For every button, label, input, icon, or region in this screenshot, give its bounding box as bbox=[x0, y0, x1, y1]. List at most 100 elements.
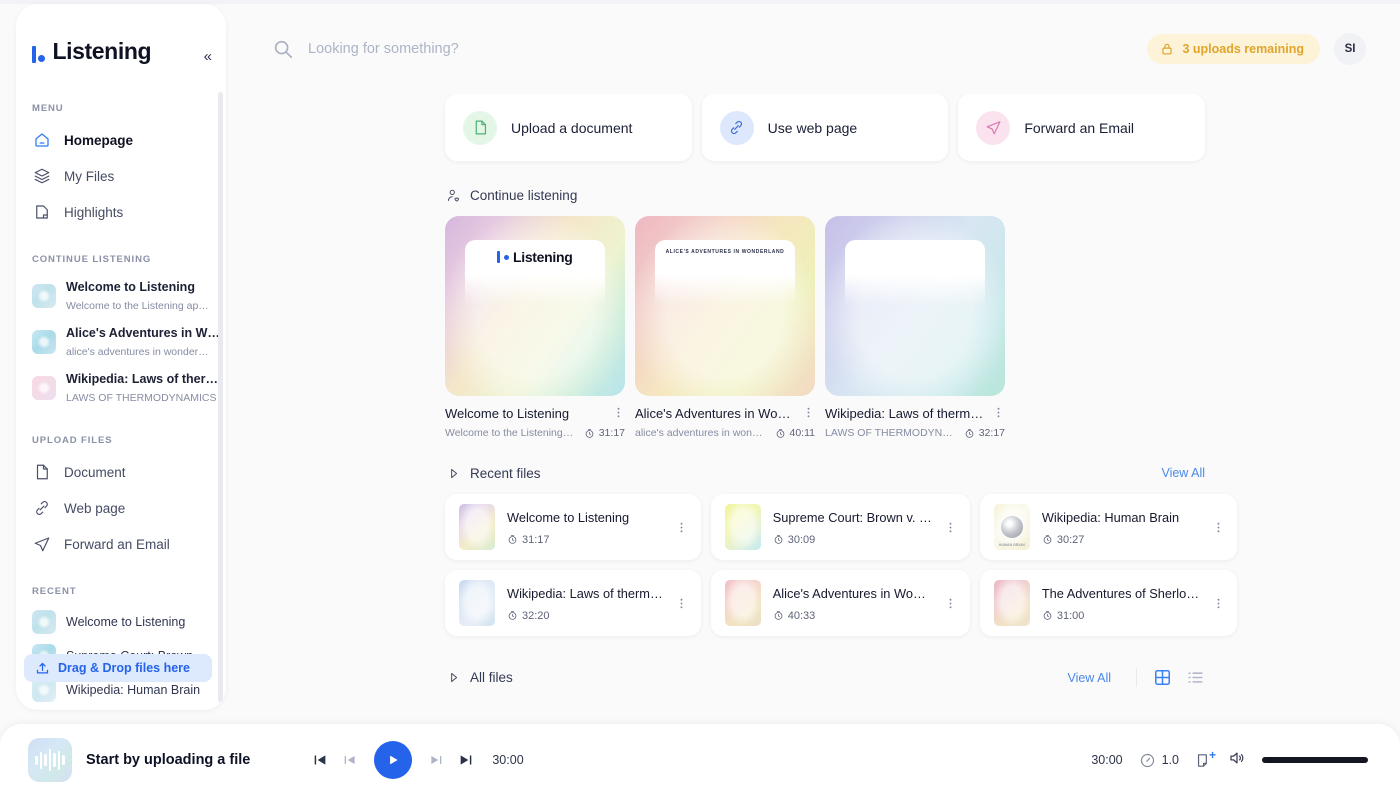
sidebar-item-my-files[interactable]: My Files bbox=[16, 158, 226, 194]
search-input[interactable] bbox=[308, 41, 728, 57]
file-title: Welcome to Listening bbox=[66, 615, 186, 629]
sidebar-item-highlights[interactable]: Highlights bbox=[16, 194, 226, 230]
list-view-icon[interactable] bbox=[1186, 668, 1205, 687]
file-subtitle: Welcome to the Listening ap… bbox=[66, 300, 209, 312]
action-label: Upload a document bbox=[511, 119, 633, 136]
card-title: Wikipedia: Laws of thermo… bbox=[825, 406, 985, 421]
card-thumbnail[interactable]: ALICE'S ADVENTURES IN WONDERLAND bbox=[635, 216, 815, 396]
uploads-remaining-badge[interactable]: 3 uploads remaining bbox=[1147, 34, 1320, 64]
wikipedia-globe-icon bbox=[1000, 516, 1023, 538]
link-icon bbox=[32, 498, 52, 518]
recent-file-card[interactable]: Wikipedia: Laws of therm… 32:20 bbox=[445, 570, 701, 636]
sidebar-section-recent-label: RECENT bbox=[32, 586, 77, 597]
action-forward-email[interactable]: Forward an Email bbox=[958, 94, 1206, 161]
card-thumbnail[interactable]: Listening bbox=[445, 216, 625, 396]
sidebar-item-upload-web-page[interactable]: Web page bbox=[16, 490, 226, 526]
card-title: Welcome to Listening bbox=[445, 406, 570, 421]
playback-speed-button[interactable]: 1.0 bbox=[1139, 752, 1179, 769]
file-title: Wikipedia: Human Brain bbox=[1041, 509, 1180, 525]
sidebar-section-upload-label: UPLOAD FILES bbox=[32, 435, 113, 446]
cover-text: Listening bbox=[512, 249, 573, 265]
sidebar-section-menu-label: MENU bbox=[32, 103, 64, 114]
card-menu-button[interactable] bbox=[801, 406, 815, 419]
volume-slider[interactable] bbox=[1262, 757, 1368, 763]
file-title: Wikipedia: Laws of ther… bbox=[66, 372, 218, 386]
card-duration: 40:11 bbox=[775, 427, 816, 439]
duration-text: 32:17 bbox=[978, 427, 1005, 439]
chevron-right-icon[interactable] bbox=[445, 465, 461, 481]
continue-listening-card[interactable]: ALICE'S ADVENTURES IN WONDERLAND Alice's… bbox=[635, 216, 815, 439]
sidebar-recent-item[interactable]: Wikipedia: Laws of ther… bbox=[16, 707, 226, 710]
duration-text: 31:17 bbox=[522, 533, 550, 546]
duration-text: 40:11 bbox=[789, 427, 816, 439]
volume-slider-fill bbox=[1262, 757, 1368, 763]
search-bar[interactable] bbox=[272, 38, 1147, 60]
file-duration: 30:09 bbox=[773, 534, 932, 546]
recent-file-card[interactable]: Supreme Court: Brown v. … 30:09 bbox=[710, 494, 970, 560]
action-label: Forward an Email bbox=[1024, 119, 1135, 136]
card-duration: 32:17 bbox=[964, 427, 1005, 439]
home-icon bbox=[32, 130, 52, 150]
recent-file-card[interactable]: HUMAN BRAIN Wikipedia: Human Brain 30:27 bbox=[979, 494, 1238, 560]
card-menu-button[interactable] bbox=[675, 597, 689, 610]
recent-files-view-all[interactable]: View All bbox=[1161, 466, 1205, 480]
card-menu-button[interactable] bbox=[944, 521, 958, 534]
card-menu-button[interactable] bbox=[1211, 597, 1225, 610]
sidebar-item-forward-email[interactable]: Forward an Email bbox=[16, 526, 226, 562]
player-current-time: 30:00 bbox=[492, 753, 524, 767]
sidebar-recent-item[interactable]: Welcome to Listening bbox=[16, 605, 226, 639]
grid-view-icon[interactable] bbox=[1153, 668, 1172, 687]
file-thumbnail bbox=[32, 284, 56, 308]
note-icon bbox=[32, 202, 52, 222]
section-title: Recent files bbox=[470, 465, 541, 481]
player-total-time: 30:00 bbox=[1091, 753, 1123, 767]
continue-listening-card[interactable]: Listening Welcome to Listening Welcome t… bbox=[445, 216, 625, 439]
recent-file-card[interactable]: Alice's Adventures in Wo… 40:33 bbox=[710, 570, 970, 636]
file-duration: 32:20 bbox=[507, 610, 663, 622]
card-thumbnail[interactable] bbox=[825, 216, 1005, 396]
card-menu-button[interactable] bbox=[611, 406, 625, 419]
sidebar-continue-item[interactable]: Alice's Adventures in W… alice's adventu… bbox=[16, 319, 226, 365]
continue-listening-card[interactable]: Wikipedia: Laws of thermo… LAWS OF THERM… bbox=[825, 216, 1005, 439]
listening-logo-icon bbox=[32, 41, 45, 63]
file-thumbnail bbox=[32, 376, 56, 400]
cover-text: ALICE'S ADVENTURES IN WONDERLAND bbox=[665, 249, 785, 255]
sidebar-item-label: Web page bbox=[64, 500, 126, 516]
forward-button[interactable] bbox=[428, 752, 444, 768]
duration-text: 30:09 bbox=[787, 533, 816, 546]
file-duration: 40:33 bbox=[773, 610, 932, 622]
layers-icon bbox=[32, 166, 52, 186]
rewind-button[interactable] bbox=[342, 752, 358, 768]
all-files-view-all[interactable]: View All bbox=[1067, 671, 1111, 685]
sidebar-scrollbar[interactable] bbox=[218, 92, 223, 702]
skip-to-start-button[interactable] bbox=[312, 752, 328, 768]
drag-drop-zone[interactable]: Drag & Drop files here bbox=[24, 654, 212, 682]
card-menu-button[interactable] bbox=[675, 521, 689, 534]
sidebar-item-upload-document[interactable]: Document bbox=[16, 454, 226, 490]
sidebar-item-label: Document bbox=[64, 464, 126, 480]
sidebar-item-homepage[interactable]: Homepage bbox=[16, 122, 226, 158]
file-title: Wikipedia: Laws of therm… bbox=[507, 585, 663, 601]
recent-file-card[interactable]: The Adventures of Sherlo… 31:00 bbox=[979, 570, 1238, 636]
card-menu-button[interactable] bbox=[944, 597, 958, 610]
send-icon bbox=[32, 534, 52, 554]
collapse-sidebar-button[interactable]: « bbox=[204, 49, 212, 64]
upload-files-icon bbox=[34, 660, 50, 676]
sidebar: Listening « MENU Homepage My Files Highl… bbox=[16, 4, 226, 710]
chevron-right-icon[interactable] bbox=[445, 670, 461, 686]
play-button[interactable] bbox=[374, 741, 413, 779]
action-upload-document[interactable]: Upload a document bbox=[445, 94, 692, 161]
add-note-button[interactable]: + bbox=[1195, 749, 1216, 769]
sidebar-item-label: My Files bbox=[64, 168, 115, 184]
skip-to-end-button[interactable] bbox=[458, 752, 474, 768]
sidebar-continue-item[interactable]: Wikipedia: Laws of ther… LAWS OF THERMOD… bbox=[16, 365, 226, 411]
action-use-web-page[interactable]: Use web page bbox=[701, 94, 949, 161]
cover-logo: Listening bbox=[497, 249, 573, 265]
recent-file-card[interactable]: Welcome to Listening 31:17 bbox=[445, 494, 701, 560]
uploads-remaining-label: 3 uploads remaining bbox=[1182, 42, 1304, 56]
sidebar-continue-item[interactable]: Welcome to Listening Welcome to the List… bbox=[16, 273, 226, 319]
card-menu-button[interactable] bbox=[991, 406, 1005, 419]
volume-icon[interactable] bbox=[1228, 749, 1246, 772]
card-menu-button[interactable] bbox=[1211, 521, 1225, 534]
avatar[interactable]: SI bbox=[1334, 33, 1366, 65]
